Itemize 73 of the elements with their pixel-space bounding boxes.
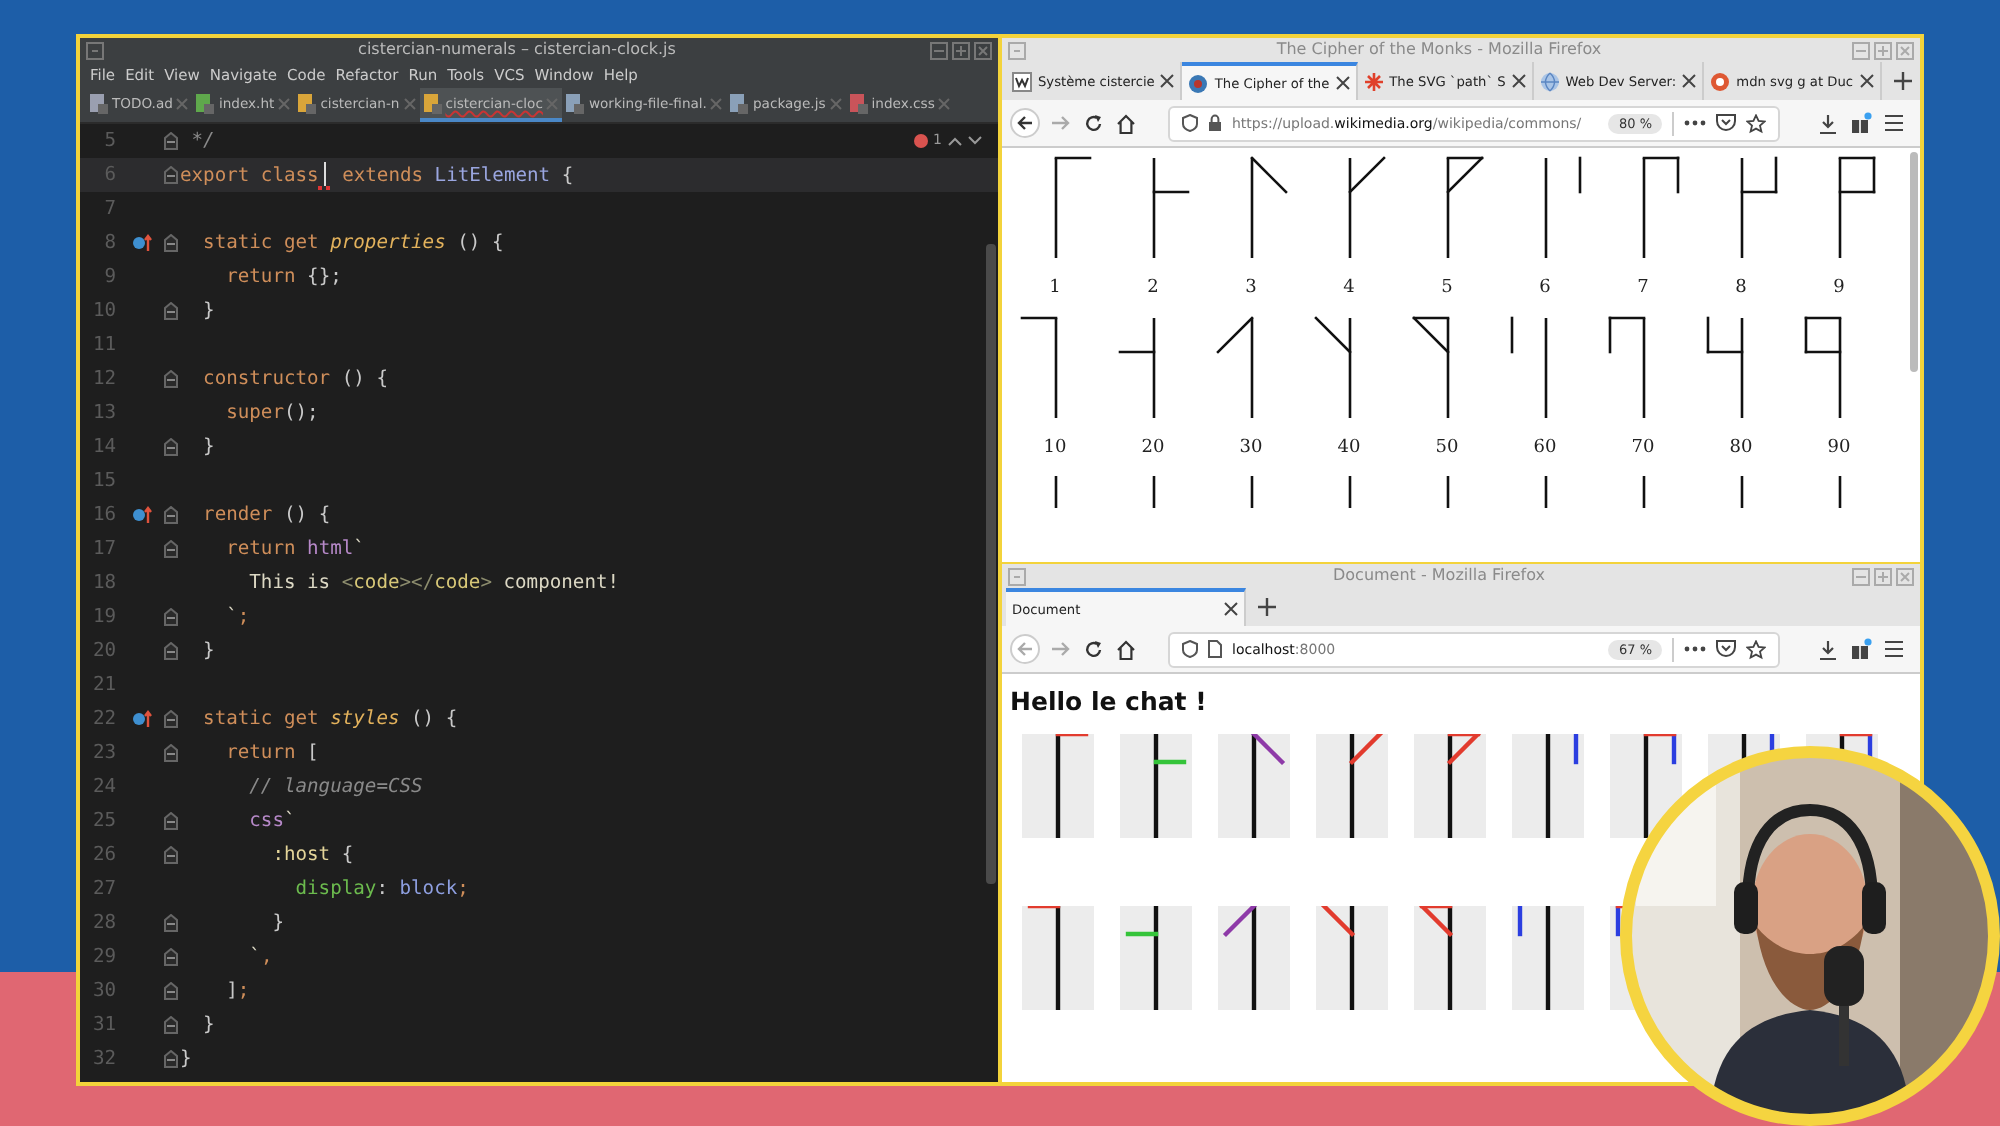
line-number: 17 <box>90 538 118 560</box>
line-number: 15 <box>90 470 118 492</box>
numeral-label: 9 <box>1833 276 1845 300</box>
code-line: static get styles () { <box>201 708 458 730</box>
code-line: render () { <box>201 504 331 526</box>
line-number: 8 <box>102 232 118 254</box>
code-line: return {}; <box>224 266 342 288</box>
code-line: export class extends LitElement { <box>180 161 574 189</box>
line-number: 22 <box>90 708 118 730</box>
line-number: 13 <box>90 402 118 424</box>
code-line: This is <code></code> component! <box>247 572 620 594</box>
line-number: 11 <box>90 334 118 356</box>
numeral-label: 50 <box>1435 436 1459 460</box>
code-line: } <box>270 912 284 934</box>
code-line: display: block; <box>293 878 469 900</box>
code-line: } <box>201 640 215 662</box>
numeral-label: 7 <box>1637 276 1649 300</box>
numeral-label: 60 <box>1533 436 1557 460</box>
line-number: 23 <box>90 742 118 764</box>
numeral-label: 1 <box>1049 276 1061 300</box>
line-number: 29 <box>90 946 118 968</box>
code-line: ]; <box>224 980 250 1002</box>
line-number: 16 <box>90 504 118 526</box>
line-number: 27 <box>90 878 118 900</box>
code-line: css` <box>247 810 296 832</box>
page-heading: Hello le chat ! <box>1010 686 1209 718</box>
numeral-label: 90 <box>1827 436 1851 460</box>
code-line: } <box>201 436 215 458</box>
line-number: 31 <box>90 1014 118 1036</box>
window-title: The Cipher of the Monks - Mozilla Firefox <box>1274 38 1604 62</box>
window-title: Document - Mozilla Firefox <box>1330 564 1547 588</box>
line-number: 20 <box>90 640 118 662</box>
code-line: `; <box>224 606 250 628</box>
line-number: 9 <box>102 266 118 288</box>
code-line: constructor () { <box>201 368 388 390</box>
line-number: 24 <box>90 776 118 798</box>
numeral-label: 6 <box>1539 276 1551 300</box>
numeral-label: 3 <box>1245 276 1257 300</box>
line-number: 25 <box>90 810 118 832</box>
line-number: 19 <box>90 606 118 628</box>
numeral-label: 4 <box>1343 276 1355 300</box>
numeral-label: 8 <box>1735 276 1747 300</box>
code-line: `, <box>247 946 273 968</box>
line-number: 21 <box>90 674 118 696</box>
line-number: 12 <box>90 368 118 390</box>
line-number: 30 <box>90 980 118 1002</box>
numeral-label: 2 <box>1147 276 1159 300</box>
code-line: } <box>201 1014 215 1036</box>
line-number: 32 <box>90 1048 118 1070</box>
line-number: 28 <box>90 912 118 934</box>
line-number: 26 <box>90 844 118 866</box>
line-number: 18 <box>90 572 118 594</box>
code-line: } <box>201 300 215 322</box>
numeral-label: 30 <box>1239 436 1263 460</box>
numeral-label: 70 <box>1631 436 1655 460</box>
line-number: 7 <box>102 198 118 220</box>
line-number: 5 <box>102 130 118 152</box>
numeral-label: 5 <box>1441 276 1453 300</box>
code-line: static get properties () { <box>201 232 504 254</box>
code-line: */ <box>189 130 215 152</box>
numeral-label: 40 <box>1337 436 1361 460</box>
numeral-label: 80 <box>1729 436 1753 460</box>
numeral-label: 20 <box>1141 436 1165 460</box>
code-line: return [ <box>224 742 319 764</box>
line-number: 14 <box>90 436 118 458</box>
code-line: super(); <box>224 402 319 424</box>
code-line: return html` <box>224 538 365 560</box>
window-title: cistercian-numerals – cistercian-clock.js <box>356 38 678 62</box>
code-line: } <box>180 1048 192 1070</box>
line-number: 10 <box>90 300 118 322</box>
code-line: // language=CSS <box>247 776 423 798</box>
numeral-label: 10 <box>1043 436 1067 460</box>
code-line: :host { <box>270 844 354 866</box>
